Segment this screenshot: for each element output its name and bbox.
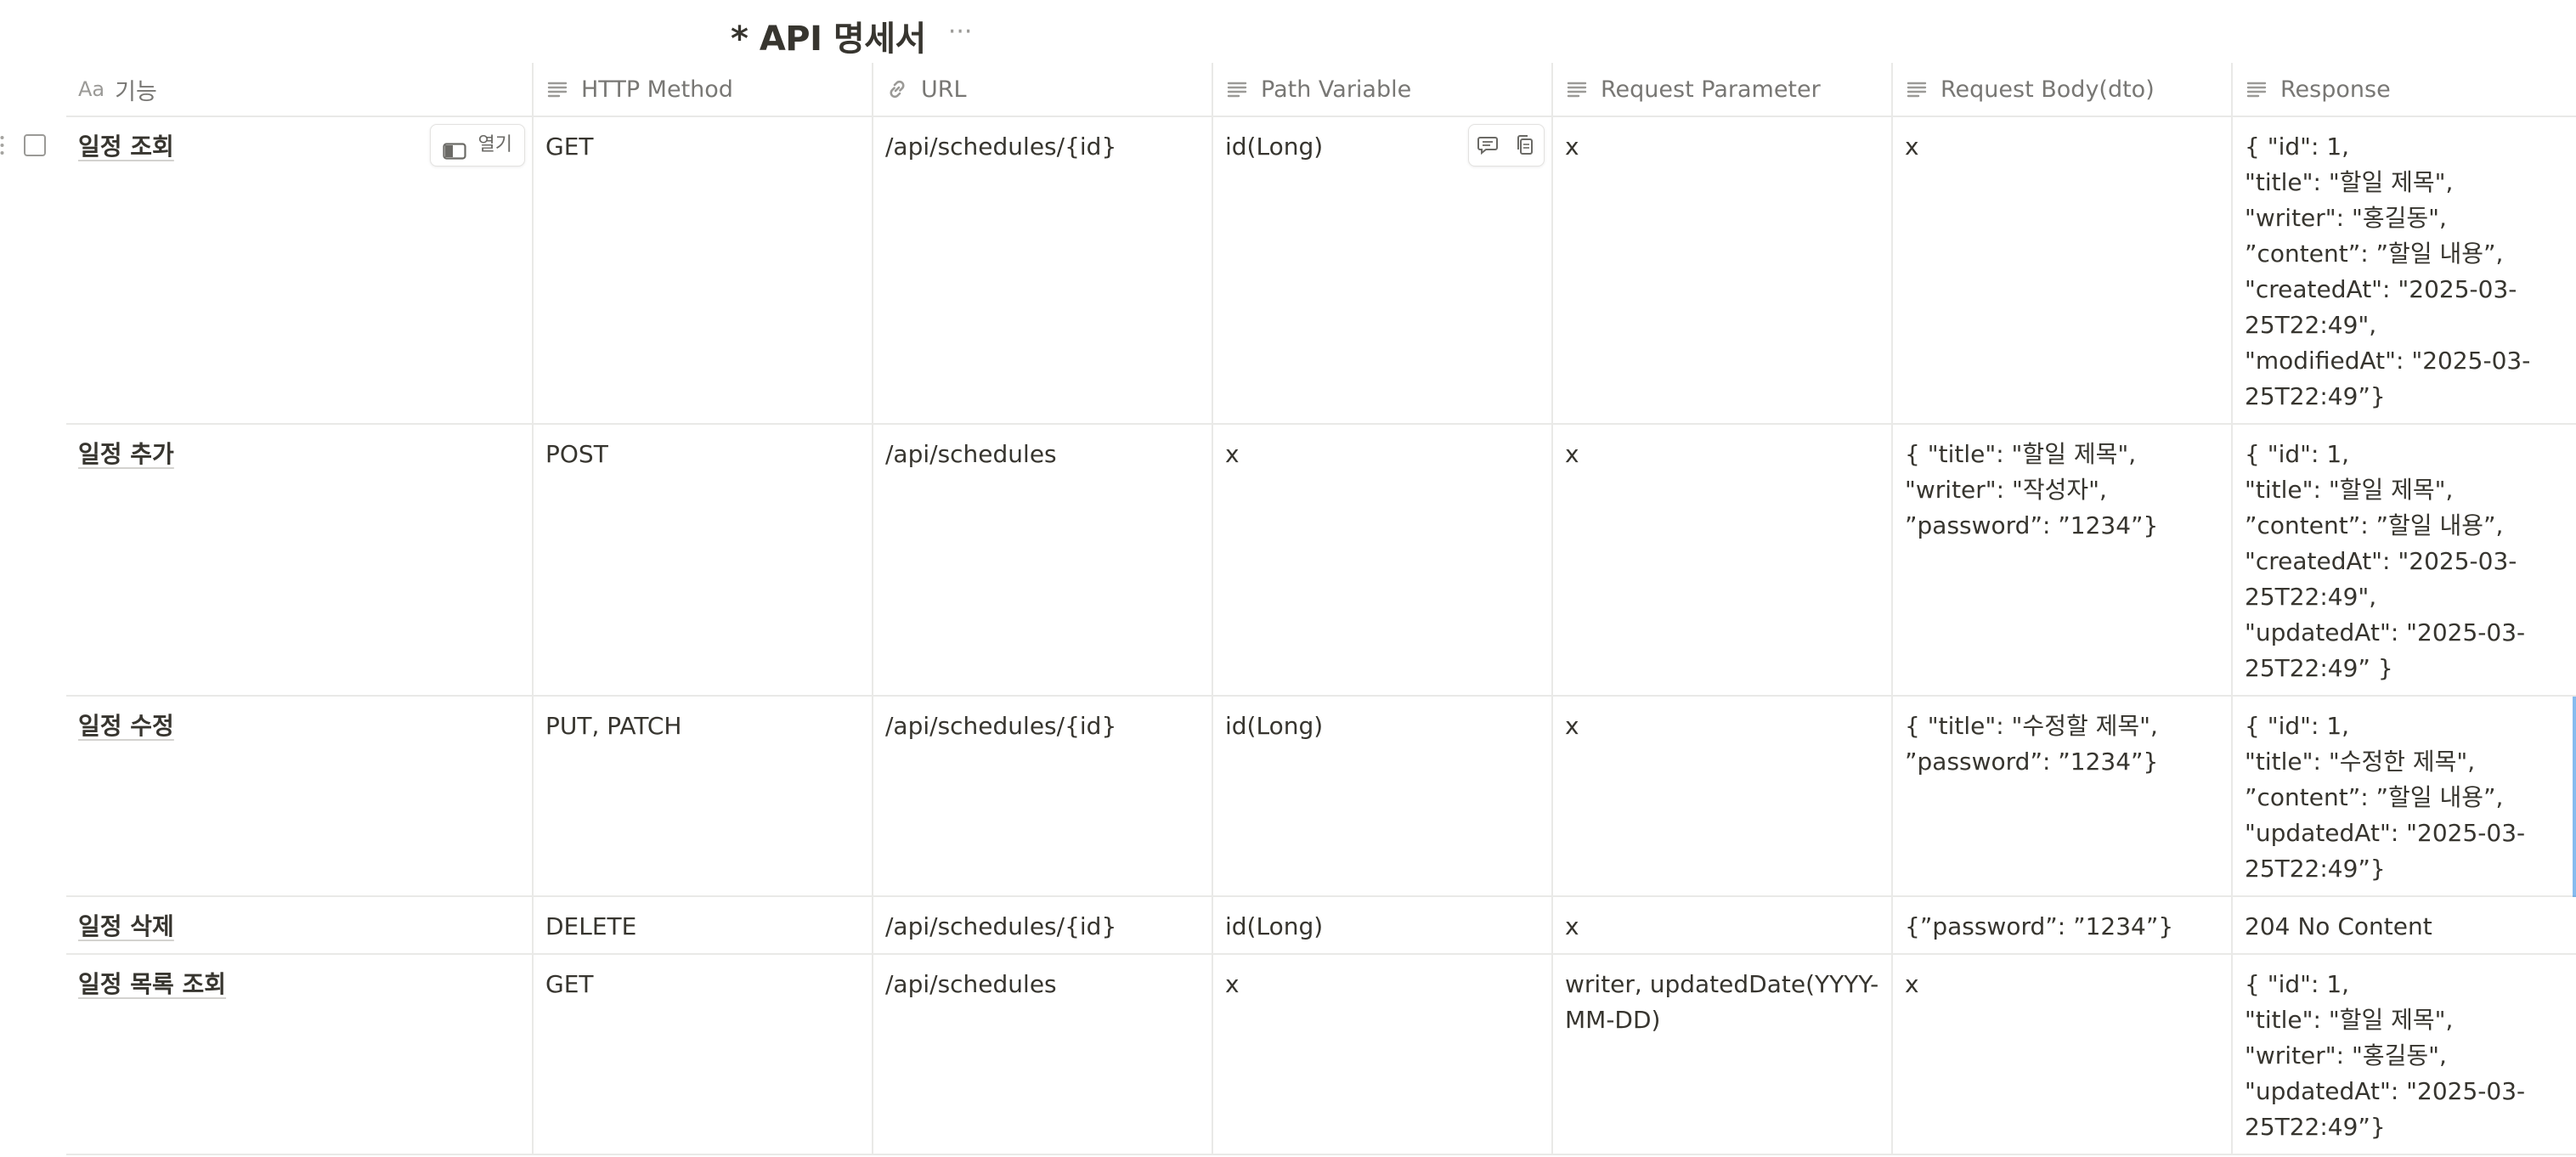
comment-icon[interactable] xyxy=(1469,125,1506,166)
link-icon xyxy=(885,77,909,101)
url-cell[interactable]: /api/schedules/{id} xyxy=(873,117,1213,423)
page-title-bar: * API 명세서 ··· xyxy=(731,8,972,63)
column-header-label: URL xyxy=(921,76,967,103)
url-cell[interactable]: /api/schedules xyxy=(873,955,1213,1154)
copy-icon[interactable] xyxy=(1506,125,1544,166)
request-parameter-cell[interactable]: x xyxy=(1553,697,1893,895)
path-variable-cell[interactable]: id(Long) xyxy=(1213,897,1553,953)
column-header-request-body[interactable]: Request Body(dto) xyxy=(1893,63,2233,116)
column-header-label: HTTP Method xyxy=(581,76,733,103)
table-row[interactable]: 일정 추가 POST /api/schedules x x { "title":… xyxy=(66,425,2576,697)
feature-cell[interactable]: 일정 추가 xyxy=(66,425,534,695)
open-page-button[interactable]: 열기 xyxy=(429,124,525,166)
column-header-label: Response xyxy=(2280,76,2391,103)
table-row[interactable]: 일정 수정 PUT, PATCH /api/schedules/{id} id(… xyxy=(66,697,2576,897)
path-variable-cell[interactable]: id(Long) xyxy=(1213,117,1553,423)
text-lines-icon xyxy=(545,77,569,101)
path-variable-cell[interactable]: x xyxy=(1213,425,1553,695)
request-body-cell[interactable]: { "title": "수정할 제목", ”password”: ”1234”} xyxy=(1893,697,2233,895)
feature-cell[interactable]: 일정 수정 xyxy=(66,697,534,895)
http-method-cell[interactable]: DELETE xyxy=(534,897,873,953)
request-body-cell[interactable]: x xyxy=(1893,955,2233,1154)
request-parameter-cell[interactable]: x xyxy=(1553,425,1893,695)
table-row[interactable]: 일정 조회 열기 GET /api/schedules/{id} id(Long… xyxy=(0,117,2576,425)
database-table: Aa 기능 HTTP Method URL Path Variable Requ… xyxy=(0,63,2576,1155)
feature-name[interactable]: 일정 조회 xyxy=(78,133,174,161)
request-body-cell[interactable]: { "title": "할일 제목", "writer": "작성자", ”pa… xyxy=(1893,425,2233,695)
table-row[interactable]: 일정 목록 조회 GET /api/schedules x writer, up… xyxy=(66,955,2576,1155)
aa-title-icon: Aa xyxy=(78,77,105,101)
http-method-cell[interactable]: POST xyxy=(534,425,873,695)
url-cell[interactable]: /api/schedules xyxy=(873,425,1213,695)
http-method-cell[interactable]: GET xyxy=(534,955,873,1154)
request-body-cell[interactable]: x xyxy=(1893,117,2233,423)
text-lines-icon xyxy=(1905,77,1929,101)
row-checkbox[interactable] xyxy=(24,134,46,156)
url-cell[interactable]: /api/schedules/{id} xyxy=(873,697,1213,895)
feature-name[interactable]: 일정 수정 xyxy=(78,712,174,740)
column-header-label: Path Variable xyxy=(1261,76,1412,103)
response-cell[interactable]: { "id": 1, "title": "할일 제목", "writer": "… xyxy=(2233,117,2576,423)
column-header-response[interactable]: Response xyxy=(2233,63,2576,116)
text-lines-icon xyxy=(1225,77,1249,101)
column-header-label: Request Parameter xyxy=(1601,76,1821,103)
path-variable-cell[interactable]: id(Long) xyxy=(1213,697,1553,895)
request-parameter-cell[interactable]: x xyxy=(1553,897,1893,953)
text-lines-icon xyxy=(2245,77,2268,101)
http-method-cell[interactable]: PUT, PATCH xyxy=(534,697,873,895)
http-method-cell[interactable]: GET xyxy=(534,117,873,423)
feature-cell[interactable]: 일정 삭제 xyxy=(66,897,534,953)
column-header-label: Request Body(dto) xyxy=(1940,76,2155,103)
table-row[interactable]: 일정 삭제 DELETE /api/schedules/{id} id(Long… xyxy=(66,897,2576,955)
open-page-label: 열기 xyxy=(477,134,512,155)
column-header-feature[interactable]: Aa 기능 xyxy=(66,63,534,116)
response-cell[interactable]: { "id": 1, "title": "할일 제목", ”content”: … xyxy=(2233,425,2576,695)
path-variable-value: id(Long) xyxy=(1225,133,1324,161)
column-header-http-method[interactable]: HTTP Method xyxy=(534,63,873,116)
column-header-path-variable[interactable]: Path Variable xyxy=(1213,63,1553,116)
request-parameter-cell[interactable]: writer, updatedDate(YYYY-MM-DD) xyxy=(1553,955,1893,1154)
page-title[interactable]: * API 명세서 xyxy=(731,11,926,60)
request-body-cell[interactable]: {”password”: ”1234”} xyxy=(1893,897,2233,953)
text-lines-icon xyxy=(1565,77,1589,101)
url-cell[interactable]: /api/schedules/{id} xyxy=(873,897,1213,953)
response-cell[interactable]: 204 No Content xyxy=(2233,897,2576,953)
feature-name[interactable]: 일정 삭제 xyxy=(78,912,174,940)
response-cell[interactable]: { "id": 1, "title": "할일 제목", "writer": "… xyxy=(2233,955,2576,1154)
column-header-url[interactable]: URL xyxy=(873,63,1213,116)
more-options-icon[interactable]: ··· xyxy=(948,20,973,52)
column-header-request-parameter[interactable]: Request Parameter xyxy=(1553,63,1893,116)
response-cell[interactable]: { "id": 1, "title": "수정한 제목", ”content”:… xyxy=(2233,697,2576,895)
drag-handle-icon[interactable] xyxy=(0,134,8,156)
feature-name[interactable]: 일정 목록 조회 xyxy=(78,970,226,998)
column-resize-handle[interactable] xyxy=(2573,697,2576,897)
request-parameter-cell[interactable]: x xyxy=(1553,117,1893,423)
cell-actions xyxy=(1468,124,1545,166)
row-controls xyxy=(0,134,66,156)
column-header-label: 기능 xyxy=(115,78,157,105)
table-header: Aa 기능 HTTP Method URL Path Variable Requ… xyxy=(66,63,2576,117)
feature-name[interactable]: 일정 추가 xyxy=(78,440,174,468)
path-variable-cell[interactable]: x xyxy=(1213,955,1553,1154)
feature-cell[interactable]: 일정 조회 열기 xyxy=(66,117,534,423)
feature-cell[interactable]: 일정 목록 조회 xyxy=(66,955,534,1154)
open-side-peek-icon xyxy=(442,137,466,160)
